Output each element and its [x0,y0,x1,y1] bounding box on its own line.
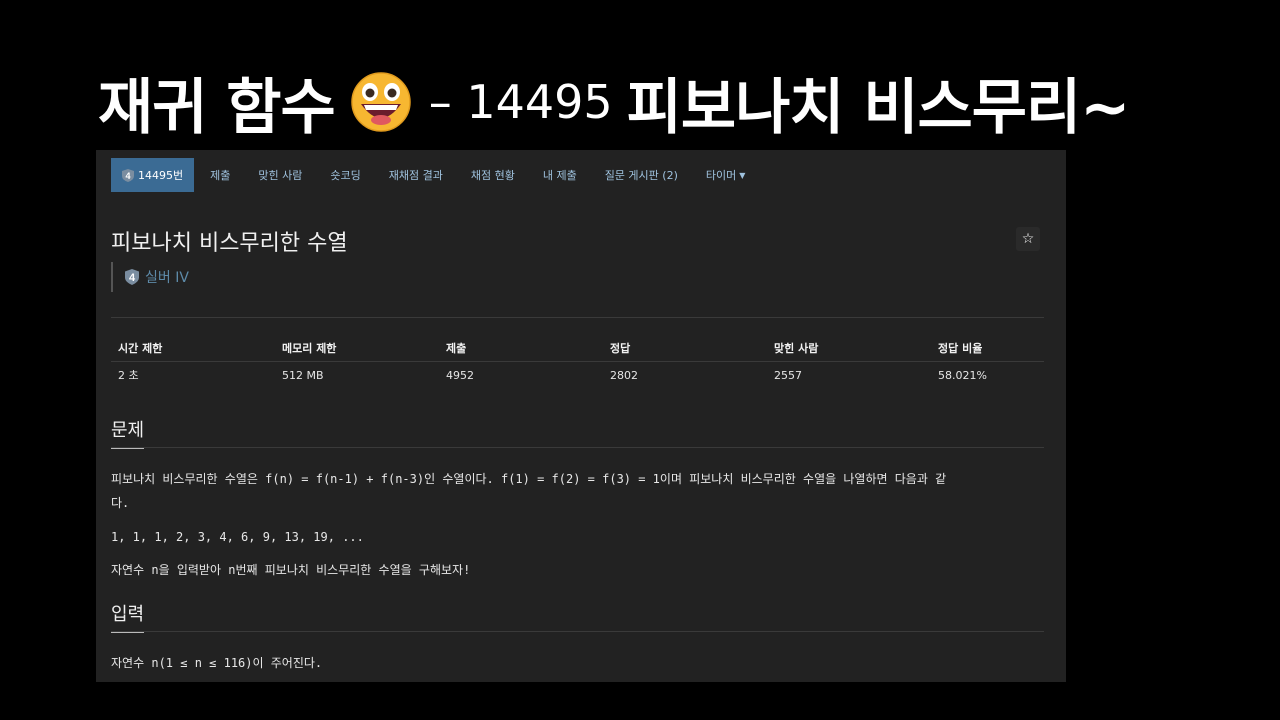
problem-tier[interactable]: 4 실버 IV [111,262,189,292]
stats-value-cell: 2 초 [118,369,139,382]
stats-header-row: 시간 제한 메모리 제한 제출 정답 맞힌 사람 정답 비율 [111,335,1044,362]
problem-stats-table: 시간 제한 메모리 제한 제출 정답 맞힌 사람 정답 비율 2 초 512 M… [111,335,1044,388]
problem-sequence: 1, 1, 1, 2, 3, 4, 6, 9, 13, 19, ... [111,530,364,544]
input-section-heading-text: 입력 [111,604,145,625]
divider [111,317,1044,318]
caret-down-icon: ▼ [739,170,746,180]
stats-header-cell: 정답 [603,335,767,362]
divider [111,447,1044,448]
nav-tab-short-coding[interactable]: 숏코딩 [316,158,374,192]
problem-description-line: 피보나치 비스무리한 수열은 f(n) = f(n-1) + f(n-3)인 수… [111,472,947,486]
slide-title-prefix: 재귀 함수 [98,72,336,143]
stats-header-cell: 시간 제한 [111,335,275,362]
stats-value-row: 2 초 512 MB 4952 2802 2557 58.021% [111,362,1044,389]
stats-value-cell: 58.021% [938,368,987,382]
tier-label: 실버 IV [145,270,189,286]
tier-badge-icon: 4 [122,168,134,182]
nav-tab-timer[interactable]: 타이머 ▼ [692,158,760,192]
nav-tab-my-submissions[interactable]: 내 제출 [529,158,591,192]
slide-title: 재귀 함수 – 14495 피보나치 비스무리~ [98,62,1130,143]
problem-description-wrap: 다. [111,496,130,510]
nav-tab-submit[interactable]: 제출 [196,158,244,192]
problem-nav: 4 14495번 제출 맞힌 사람 숏코딩 재채점 결과 채점 현황 내 제출 … [111,158,759,192]
problem-section-heading: 문제 [111,416,145,449]
problem-page-panel: 4 14495번 제출 맞힌 사람 숏코딩 재채점 결과 채점 현황 내 제출 … [96,150,1066,682]
input-section-heading: 입력 [111,600,145,633]
stats-header-cell: 제출 [439,335,603,362]
nav-tab-solvers[interactable]: 맞힌 사람 [244,158,316,192]
tier-badge-number: 4 [129,272,136,284]
stats-header-cell: 맞힌 사람 [767,335,931,362]
nav-tab-rejudge[interactable]: 재채점 결과 [375,158,457,192]
slide-title-suffix: 피보나치 비스무리~ [626,72,1131,143]
nav-tab-status[interactable]: 채점 현황 [457,158,529,192]
star-icon[interactable]: ☆ [1016,227,1040,251]
stats-value-cell: 2802 [610,368,638,382]
input-description: 자연수 n(1 ≤ n ≤ 116)이 주어진다. [111,656,323,670]
nav-tab-board[interactable]: 질문 게시판 (2) [591,158,692,192]
problem-section-heading-text: 문제 [111,420,145,441]
stats-value-cell: 512 MB [282,368,324,382]
tier-badge-icon: 4 [125,269,139,285]
slide-title-number: – 14495 [428,75,613,129]
problem-description-line: 자연수 n을 입력받아 n번째 피보나치 비스무리한 수열을 구해보자! [111,563,471,577]
nav-tab-problem[interactable]: 4 14495번 [111,158,195,192]
problem-title: 피보나치 비스무리한 수열 [111,231,348,256]
divider [111,631,1044,632]
stats-value-cell: 2557 [774,368,802,382]
tier-badge-number: 4 [125,171,130,181]
stats-header-cell: 메모리 제한 [275,335,439,362]
stats-value-cell: 4952 [446,368,474,382]
nav-tab-timer-label: 타이머 [705,169,737,182]
nav-tab-problem-label: 14495번 [138,169,184,182]
grinning-face-emoji-icon [350,72,411,132]
stats-header-cell: 정답 비율 [931,335,1044,362]
